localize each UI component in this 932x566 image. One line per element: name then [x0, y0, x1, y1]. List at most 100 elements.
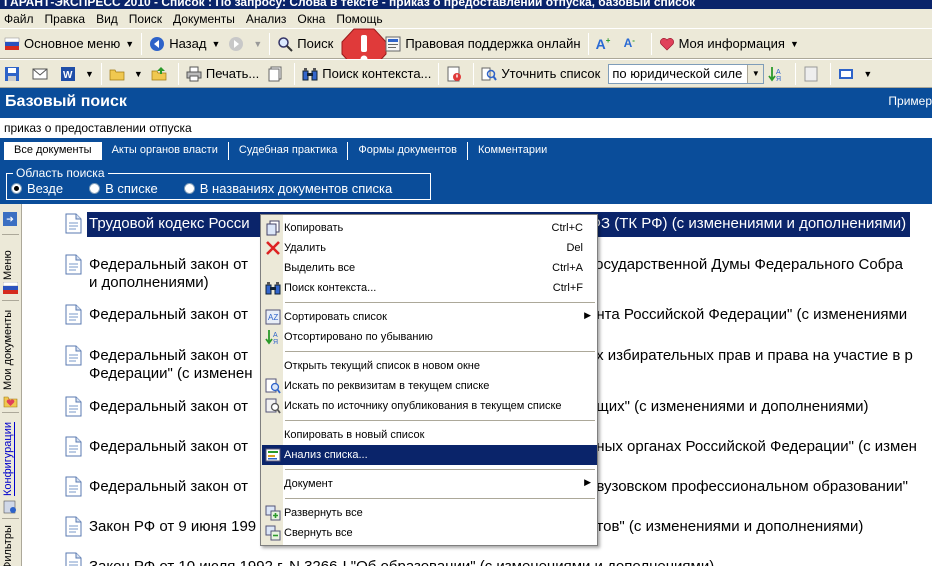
context-menu-item-search-attributes[interactable]: Искать по реквизитам в текущем списке	[262, 376, 597, 396]
chevron-down-icon[interactable]: ▼	[790, 39, 799, 49]
document-warning-icon	[446, 66, 462, 82]
export-word-button[interactable]: W ▼	[56, 62, 98, 86]
tab-comments[interactable]: Комментарии	[468, 142, 557, 160]
context-menu-item-copy[interactable]: Копировать Ctrl+C	[262, 218, 597, 238]
tab-all-documents[interactable]: Все документы	[4, 142, 102, 160]
menu-windows[interactable]: Окна	[293, 12, 332, 26]
chevron-down-icon[interactable]: ▼	[125, 39, 134, 49]
sort-desc-icon: AЯ	[265, 329, 281, 346]
document-title: Закон РФ от 10 июля 1992 г. N 3266-I "Об…	[89, 558, 714, 566]
scope-in-titles-radio[interactable]: В названиях документов списка	[183, 181, 393, 196]
back-button[interactable]: Назад ▼	[145, 32, 224, 56]
menu-documents[interactable]: Документы	[169, 12, 242, 26]
sidebar-item-menu[interactable]: Меню	[2, 244, 14, 280]
context-menu-item-open-new-window[interactable]: Открыть текущий список в новом окне	[262, 356, 597, 376]
context-menu-item-expand-all[interactable]: Развернуть все	[262, 503, 597, 523]
chevron-down-icon[interactable]: ▼	[863, 69, 872, 79]
radio-unchecked-icon	[183, 183, 195, 194]
list-item[interactable]: Закон РФ от 10 июля 1992 г. N 3266-I "Об…	[22, 548, 932, 566]
context-search-button[interactable]: Поиск контекста...	[298, 62, 435, 86]
scope-everywhere-radio[interactable]: Везде	[11, 181, 63, 196]
sidebar-item-configurations[interactable]: Конфигурации	[2, 420, 14, 496]
my-info-button[interactable]: Моя информация ▼	[655, 32, 803, 56]
settings-button[interactable]: ▼	[834, 62, 876, 86]
legal-support-label: Правовая поддержка онлайн	[405, 36, 581, 51]
envelope-icon	[32, 66, 48, 82]
save-button[interactable]	[0, 62, 28, 86]
sidebar-item-filters[interactable]: Фильтры	[2, 525, 14, 566]
tab-court-practice[interactable]: Судебная практика	[229, 142, 349, 160]
svg-text:A: A	[776, 69, 781, 76]
chevron-down-icon[interactable]: ▼	[211, 39, 220, 49]
menu-file[interactable]: Файл	[0, 12, 41, 26]
forward-button[interactable]: ▼	[224, 32, 266, 56]
context-menu-item-copy-new-list[interactable]: Копировать в новый список	[262, 425, 597, 445]
context-menu-item-collapse-all[interactable]: Свернуть все	[262, 523, 597, 543]
search-button[interactable]: Поиск	[273, 32, 337, 56]
toolbar-separator	[100, 62, 102, 85]
sort-icon: AZ	[265, 309, 281, 325]
context-menu-item-list-analysis[interactable]: Анализ списка...	[262, 445, 597, 465]
chevron-down-icon[interactable]: ▼	[747, 64, 764, 83]
font-decrease-icon: A-	[623, 35, 635, 50]
open-folder-button[interactable]: ▼	[105, 62, 147, 86]
copy-doc-button[interactable]	[263, 62, 291, 86]
sort-order-select[interactable]: по юридической силе ▼	[608, 63, 765, 84]
chevron-down-icon[interactable]: ▼	[85, 69, 94, 79]
context-menu-item-search-source[interactable]: Искать по источнику опубликования в теку…	[262, 396, 597, 416]
back-label: Назад	[169, 36, 207, 51]
main-menu-button[interactable]: Основное меню ▼	[0, 32, 138, 56]
search-query-input[interactable]: приказ о предоставлении отпуска	[0, 118, 932, 138]
sidebar-separator	[2, 412, 19, 413]
word-icon: W	[60, 66, 76, 82]
chevron-down-icon[interactable]: ▼	[134, 69, 143, 79]
font-decrease-button[interactable]: A-	[620, 32, 648, 56]
mail-button[interactable]	[28, 62, 56, 86]
sidebar-separator	[2, 300, 19, 301]
binoculars-icon	[302, 66, 318, 82]
legal-support-button[interactable]: Правовая поддержка онлайн	[381, 32, 584, 56]
font-increase-button[interactable]: A+	[592, 32, 620, 56]
document-icon	[65, 552, 82, 566]
submenu-arrow-icon: ▶	[584, 477, 591, 487]
scope-in-list-label: В списке	[105, 181, 158, 196]
context-menu-item-sort-list[interactable]: AZ Сортировать список ▶	[262, 307, 597, 327]
basic-search-panel: Базовый поиск Пример приказ о предоставл…	[0, 88, 932, 204]
scope-in-titles-label: В названиях документов списка	[199, 181, 393, 196]
menu-search[interactable]: Поиск	[125, 12, 169, 26]
print-button[interactable]: Печать...	[182, 62, 263, 86]
menu-view[interactable]: Вид	[92, 12, 125, 26]
document-icon	[65, 396, 82, 417]
configuration-icon	[3, 500, 18, 517]
menu-edit[interactable]: Правка	[41, 12, 93, 26]
sidebar-separator	[2, 518, 19, 519]
collapse-all-icon	[265, 525, 281, 541]
examples-link[interactable]: Пример	[888, 94, 932, 108]
refine-list-button[interactable]: Уточнить список	[477, 62, 604, 86]
context-menu: Копировать Ctrl+C Удалить Del Выделить в…	[260, 214, 598, 546]
menu-analysis[interactable]: Анализ	[242, 12, 294, 26]
sidebar-item-my-documents[interactable]: Мои документы	[2, 308, 14, 390]
menu-help[interactable]: Помощь	[332, 12, 389, 26]
toolbar-separator	[141, 32, 143, 55]
warning-doc-button[interactable]	[442, 62, 470, 86]
page-button[interactable]	[799, 62, 827, 86]
sort-direction-button[interactable]: AЯ	[764, 62, 792, 86]
tab-government-acts[interactable]: Акты органов власти	[102, 142, 229, 160]
context-menu-item-delete[interactable]: Удалить Del	[262, 238, 597, 258]
forward-arrow-icon	[228, 36, 244, 52]
chevron-down-icon[interactable]: ▼	[253, 39, 262, 49]
main-menu-label: Основное меню	[24, 36, 121, 51]
pin-icon[interactable]: ➔	[3, 212, 17, 226]
delete-icon	[265, 240, 281, 256]
context-menu-item-document[interactable]: Документ ▶	[262, 474, 597, 494]
folder-up-button[interactable]	[147, 62, 175, 86]
context-menu-item-select-all[interactable]: Выделить все Ctrl+A	[262, 258, 597, 278]
document-icon	[65, 213, 82, 234]
context-menu-item-sorted-desc[interactable]: AЯ Отсортировано по убыванию	[262, 327, 597, 347]
tab-document-forms[interactable]: Формы документов	[348, 142, 468, 160]
scope-in-list-radio[interactable]: В списке	[89, 181, 158, 196]
context-menu-item-context-search[interactable]: Поиск контекста... Ctrl+F	[262, 278, 597, 298]
toolbar-separator	[473, 62, 475, 85]
svg-text:A: A	[273, 332, 278, 339]
